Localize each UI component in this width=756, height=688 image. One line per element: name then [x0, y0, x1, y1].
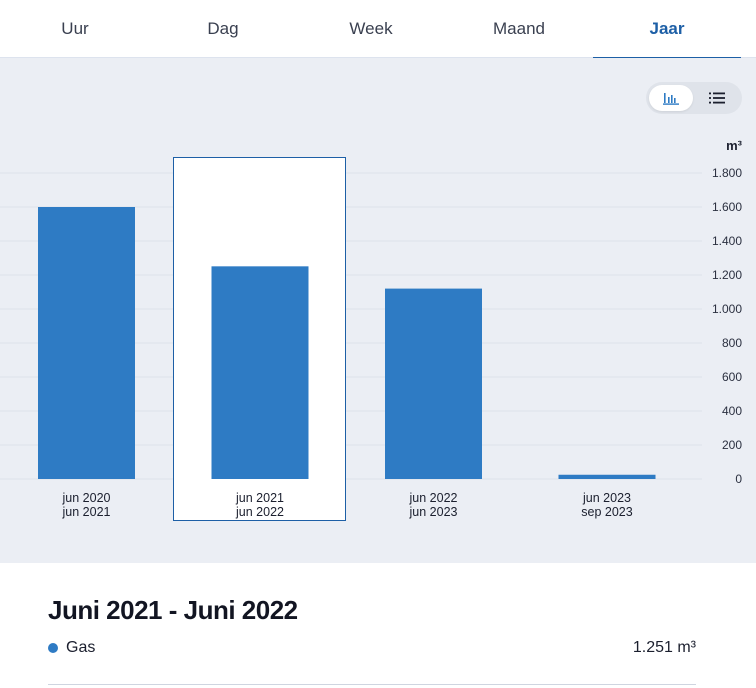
y-tick-label: 400 — [722, 404, 742, 418]
x-tick-label-start: jun 2021 — [235, 491, 284, 505]
y-tick-label: 1.400 — [712, 234, 742, 248]
bar-gas-4 — [558, 474, 656, 479]
tab-maand[interactable]: Maand — [445, 0, 593, 58]
gas-usage-chart: 0 200 400 600 800 1.000 1.200 1.400 1.600 1.800 m³… — [0, 138, 743, 521]
y-tick-label: 1.200 — [712, 268, 742, 282]
divider — [48, 684, 696, 685]
legend-value: 1.251 m³ — [632, 639, 696, 656]
chart-panel: 0 200 400 600 800 1.000 1.200 1.400 1.600 1.800 m³… — [0, 58, 756, 563]
x-tick-label-start: jun 2023 — [582, 491, 631, 505]
x-tick-label-end: sep 2023 — [581, 505, 632, 519]
y-tick-label: 0 — [735, 472, 742, 486]
x-tick-label-end: jun 2023 — [409, 505, 458, 519]
y-tick-label: 1.600 — [712, 200, 742, 214]
y-tick-label: 1.000 — [712, 302, 742, 316]
tab-jaar[interactable]: Jaar — [593, 0, 741, 59]
bar-gas-3 — [385, 288, 482, 479]
y-tick-label: 1.800 — [712, 166, 742, 180]
y-tick-label: 200 — [722, 438, 742, 452]
legend-row: Gas 1.251 m³ — [48, 637, 696, 661]
period-title: Juni 2021 - Juni 2022 — [48, 595, 298, 625]
detail-panel: Juni 2021 - Juni 2022 Gas 1.251 m³ — [0, 563, 756, 688]
tab-dag[interactable]: Dag — [149, 0, 297, 58]
bar-gas-2 — [211, 266, 309, 479]
x-tick-label-start: jun 2020 — [62, 491, 111, 505]
x-tick-label-end: jun 2022 — [235, 505, 284, 519]
gas-legend-dot — [48, 643, 58, 653]
x-tick-label-start: jun 2022 — [409, 491, 458, 505]
tab-uur[interactable]: Uur — [1, 0, 149, 58]
x-tick-label-end: jun 2021 — [62, 505, 111, 519]
legend-label: Gas — [66, 639, 96, 656]
y-tick-label: 600 — [722, 370, 742, 384]
period-tabs: Uur Dag Week Maand Jaar — [0, 0, 756, 59]
tab-week[interactable]: Week — [297, 0, 445, 58]
y-axis-unit: m³ — [726, 138, 743, 153]
y-tick-label: 800 — [722, 336, 742, 350]
bar-gas-1 — [38, 207, 135, 479]
